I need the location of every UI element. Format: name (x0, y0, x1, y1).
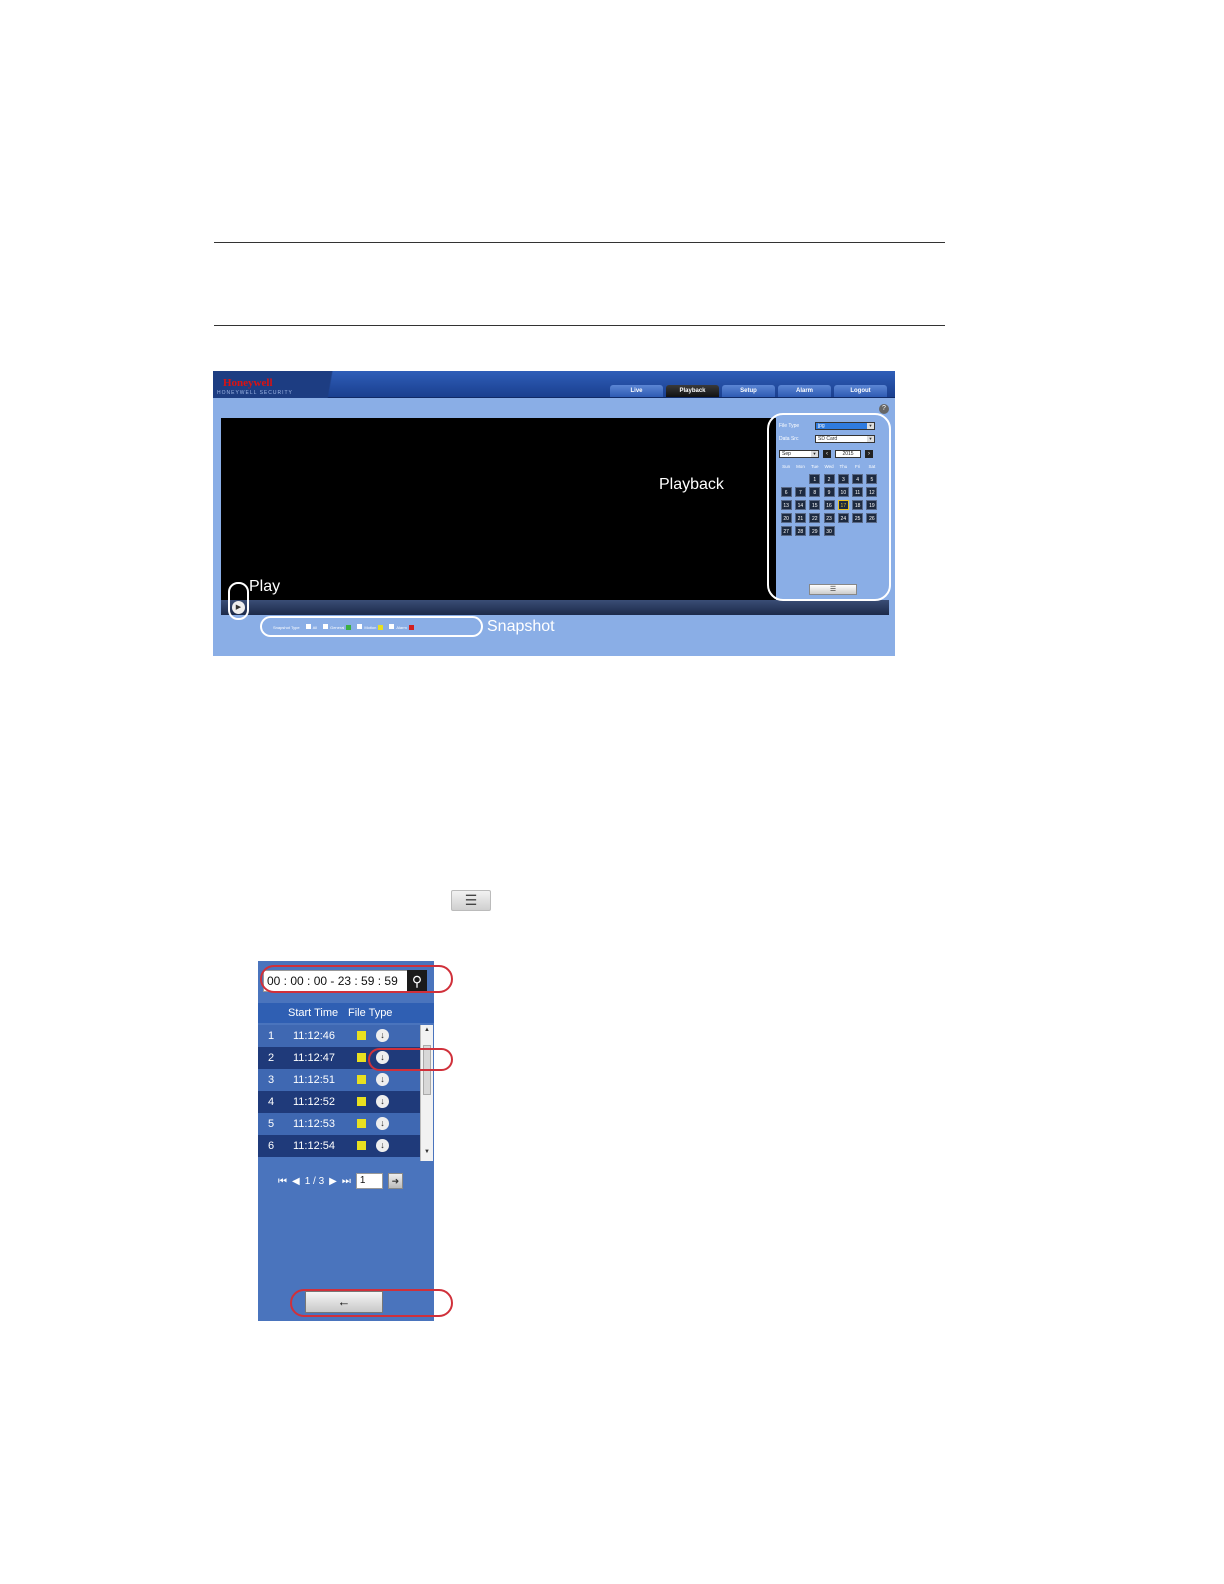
page-number-input[interactable]: 1 (355, 1173, 383, 1189)
file-list-screenshot: 00 : 00 : 00 - 23 : 59 : 59 ⚲ Start Time… (258, 961, 434, 1321)
table-row[interactable]: 5 11:12:53 ↓ (258, 1113, 420, 1135)
row-index: 6 (268, 1140, 275, 1152)
tab-playback[interactable]: Playback (666, 385, 719, 397)
prev-page-icon[interactable]: ◀ (292, 1176, 300, 1187)
table-row[interactable]: 3 11:12:51 ↓ (258, 1069, 420, 1091)
go-page-button[interactable]: ➜ (387, 1173, 403, 1189)
file-type-swatch (357, 1141, 366, 1150)
row-start-time: 11:12:46 (293, 1030, 336, 1042)
play-highlight (228, 582, 249, 620)
download-icon[interactable]: ↓ (376, 1095, 389, 1108)
top-nav-bar: Honeywell HONEYWELL SECURITY Live Playbac… (213, 371, 895, 398)
file-type-swatch (357, 1119, 366, 1128)
table-row[interactable]: 4 11:12:52 ↓ (258, 1091, 420, 1113)
playback-screenshot: Honeywell HONEYWELL SECURITY Live Playbac… (213, 371, 895, 656)
table-row[interactable]: 6 11:12:54 ↓ (258, 1135, 420, 1157)
scroll-up-icon[interactable]: ▲ (421, 1027, 433, 1037)
download-highlight (368, 1048, 453, 1071)
download-icon[interactable]: ↓ (376, 1117, 389, 1130)
file-type-swatch (357, 1075, 366, 1084)
file-list-button[interactable]: ☰ (809, 584, 857, 595)
back-button-highlight (290, 1289, 453, 1317)
row-index: 2 (268, 1052, 275, 1064)
time-range-highlight (260, 965, 453, 993)
control-bar (221, 600, 889, 615)
brand-tagline: HONEYWELL SECURITY (217, 390, 293, 396)
next-page-icon[interactable]: ▶ (329, 1176, 337, 1187)
scroll-down-icon[interactable]: ▼ (421, 1149, 433, 1159)
pagination: ⏮ ◀ 1 / 3 ▶ ⏭ 1 ➜ (278, 1173, 403, 1189)
video-display (221, 418, 776, 600)
row-start-time: 11:12:51 (293, 1074, 336, 1086)
file-type-swatch (357, 1097, 366, 1106)
row-start-time: 11:12:47 (293, 1052, 336, 1064)
tab-setup[interactable]: Setup (722, 385, 775, 397)
file-type-swatch (357, 1031, 366, 1040)
last-page-icon[interactable]: ⏭ (342, 1176, 351, 1187)
list-icon: ☰ (451, 890, 491, 911)
download-icon[interactable]: ↓ (376, 1029, 389, 1042)
second-rule (214, 325, 945, 326)
panel-highlight (767, 413, 891, 601)
file-type-header: File Type (348, 1007, 393, 1019)
row-index: 4 (268, 1096, 275, 1108)
file-list-header: Start Time File Type (258, 1003, 434, 1023)
snapshot-annotation: Snapshot (487, 618, 555, 635)
top-rule (214, 242, 945, 243)
row-index: 5 (268, 1118, 275, 1130)
row-start-time: 11:12:53 (293, 1118, 336, 1130)
table-row[interactable]: 1 11:12:46 ↓ (258, 1025, 420, 1047)
scrollbar[interactable]: ▲ ▼ (420, 1025, 433, 1161)
tab-live[interactable]: Live (610, 385, 663, 397)
file-list-rows: 1 11:12:46 ↓ 2 11:12:47 ↓ 3 11:12:51 ↓ 4 11:12:52 ↓… (258, 1025, 420, 1157)
file-type-swatch (357, 1053, 366, 1062)
tab-logout[interactable]: Logout (834, 385, 887, 397)
first-page-icon[interactable]: ⏮ (278, 1176, 287, 1187)
row-index: 3 (268, 1074, 275, 1086)
brand-logo: Honeywell (223, 377, 273, 389)
page-indicator: 1 / 3 (304, 1175, 325, 1187)
tab-alarm[interactable]: Alarm (778, 385, 831, 397)
start-time-header: Start Time (288, 1007, 339, 1019)
download-icon[interactable]: ↓ (376, 1139, 389, 1152)
playback-annotation: Playback (659, 476, 724, 493)
row-start-time: 11:12:54 (293, 1140, 336, 1152)
play-annotation: Play (249, 578, 281, 595)
main-tabs: Live Playback Setup Alarm Logout (610, 385, 887, 397)
help-icon[interactable]: ? (879, 404, 889, 414)
row-index: 1 (268, 1030, 275, 1042)
snapshot-highlight (260, 616, 483, 637)
row-start-time: 11:12:52 (293, 1096, 336, 1108)
download-icon[interactable]: ↓ (376, 1073, 389, 1086)
